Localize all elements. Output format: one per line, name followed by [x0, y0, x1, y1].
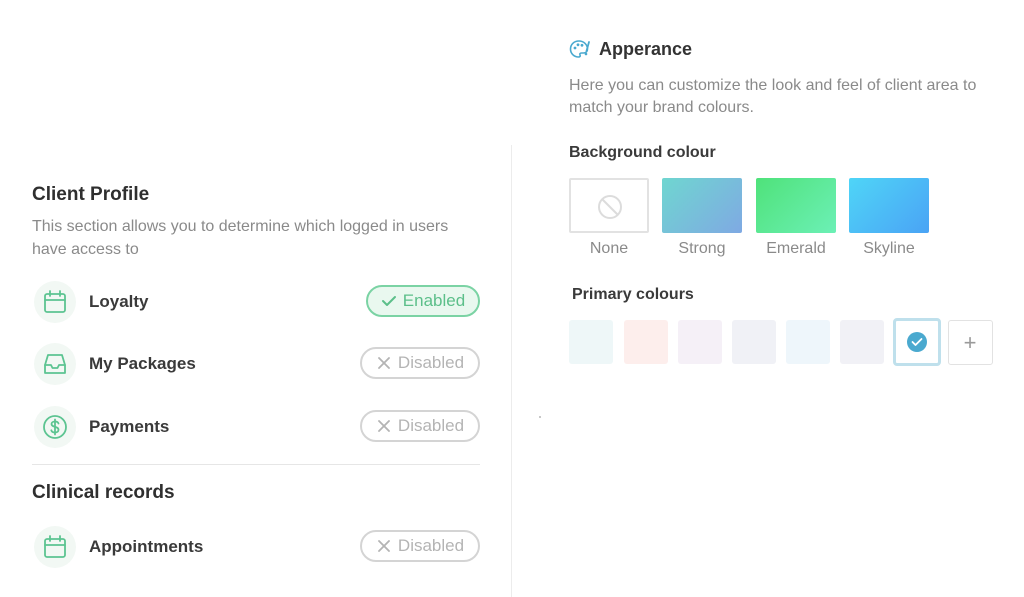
- my-packages-toggle[interactable]: Disabled: [360, 347, 480, 379]
- plus-icon: +: [963, 330, 977, 355]
- payments-label: Payments: [89, 417, 170, 436]
- calendar-icon: [34, 281, 76, 323]
- background-colour-title: Background colour: [569, 144, 716, 161]
- bg-label-none: None: [589, 240, 629, 257]
- primary-swatch-4[interactable]: [732, 320, 776, 364]
- add-colour-button[interactable]: +: [948, 320, 993, 365]
- primary-swatch-5[interactable]: [786, 320, 830, 364]
- payments-row: Payments Disabled: [32, 404, 480, 452]
- x-icon: [378, 540, 390, 552]
- primary-swatch-2[interactable]: [624, 320, 668, 364]
- clinical-records-title: Clinical records: [32, 482, 175, 503]
- calendar-icon: [34, 526, 76, 568]
- client-profile-description: This section allows you to determine whi…: [32, 218, 449, 258]
- x-icon: [378, 420, 390, 432]
- bg-label-skyline: Skyline: [863, 240, 915, 257]
- appointments-status: Disabled: [397, 536, 465, 555]
- client-settings-panel: Client Profile This section allows you t…: [32, 0, 480, 597]
- palette-icon: [569, 40, 590, 58]
- payments-toggle[interactable]: Disabled: [360, 410, 480, 442]
- appearance-description: Here you can customize the look and feel…: [569, 77, 977, 116]
- my-packages-label: My Packages: [89, 354, 196, 373]
- bg-swatch-skyline[interactable]: [849, 178, 929, 233]
- appointments-row: Appointments Disabled: [32, 524, 480, 572]
- payments-status: Disabled: [397, 416, 465, 435]
- dollar-icon: [34, 406, 76, 448]
- section-divider: [32, 464, 480, 465]
- appointments-toggle[interactable]: Disabled: [360, 530, 480, 562]
- primary-swatch-3[interactable]: [678, 320, 722, 364]
- check-icon: [381, 296, 396, 306]
- stray-dot: [539, 416, 541, 418]
- loyalty-toggle[interactable]: Enabled: [366, 285, 480, 317]
- client-profile-title: Client Profile: [32, 184, 150, 205]
- primary-swatch-selected[interactable]: [893, 318, 941, 366]
- bg-label-emerald: Emerald: [766, 240, 826, 257]
- x-icon: [378, 357, 390, 369]
- bg-label-strong: Strong: [678, 240, 726, 257]
- loyalty-status: Enabled: [402, 291, 466, 310]
- bg-option-strong[interactable]: Strong: [662, 178, 742, 258]
- panel-separator: [511, 145, 512, 597]
- loyalty-label: Loyalty: [89, 292, 149, 311]
- selected-check-icon: [907, 332, 927, 352]
- primary-swatch-6[interactable]: [840, 320, 884, 364]
- bg-swatch-emerald[interactable]: [756, 178, 836, 233]
- primary-colours-title: Primary colours: [572, 286, 694, 303]
- primary-swatch-1[interactable]: [569, 320, 613, 364]
- appointments-label: Appointments: [89, 537, 204, 556]
- appearance-title: Apperance: [599, 39, 693, 59]
- no-entry-icon: [598, 195, 622, 219]
- my-packages-row: My Packages Disabled: [32, 341, 480, 389]
- bg-swatch-none[interactable]: [569, 178, 649, 233]
- appearance-panel: Apperance Here you can customize the loo…: [569, 0, 1009, 597]
- bg-swatch-strong[interactable]: [662, 178, 742, 233]
- bg-option-emerald[interactable]: Emerald: [756, 178, 836, 258]
- loyalty-row: Loyalty Enabled: [32, 279, 480, 327]
- bg-option-none[interactable]: None: [569, 178, 649, 258]
- bg-option-skyline[interactable]: Skyline: [849, 178, 929, 258]
- inbox-icon: [34, 343, 76, 385]
- my-packages-status: Disabled: [397, 353, 465, 372]
